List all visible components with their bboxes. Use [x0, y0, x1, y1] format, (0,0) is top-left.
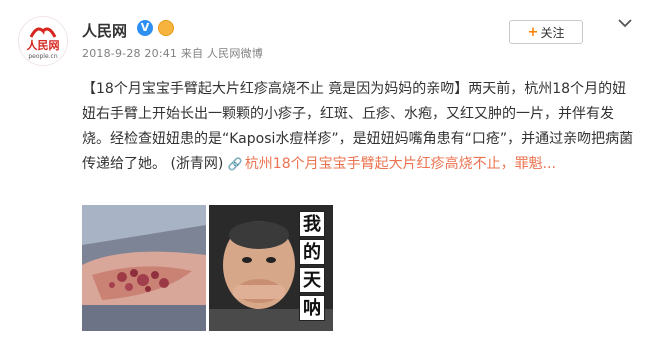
medal-icon	[158, 20, 174, 36]
post-image-meme[interactable]: 我 的 天 呐	[209, 205, 333, 331]
article-link-text: 杭州18个月宝宝手臂起大片红疹高烧不止，罪魁...	[244, 156, 556, 172]
author-avatar[interactable]: 人民网 people.cn	[18, 16, 68, 66]
meme-char: 我	[299, 211, 325, 237]
post-image-arm[interactable]	[82, 205, 206, 331]
meme-caption: 我 的 天 呐	[299, 211, 325, 321]
people-daily-logo: 人民网 people.cn	[19, 17, 67, 65]
chevron-down-icon[interactable]	[618, 18, 632, 28]
link-icon: 🔗	[227, 157, 243, 171]
plus-icon: +	[527, 24, 539, 40]
follow-label: 关注	[540, 25, 565, 40]
logo-text: 人民网	[27, 38, 60, 52]
article-link[interactable]: 🔗 杭州18个月宝宝手臂起大片红疹高烧不止，罪魁...	[228, 156, 556, 172]
author-name[interactable]: 人民网	[82, 20, 127, 41]
post-content: 【18个月宝宝手臂起大片红疹高烧不止 竟是因为妈妈的亲吻】两天前，杭州18个月的…	[82, 77, 634, 177]
arm-rash-photo	[82, 205, 206, 331]
post-meta: 2018-9-28 20:41 来自 人民网微博	[82, 47, 263, 60]
follow-button[interactable]: + 关注	[509, 20, 583, 44]
meme-char: 天	[299, 267, 325, 293]
verified-badge-icon: V	[137, 20, 153, 36]
logo-url: people.cn	[28, 53, 58, 60]
meme-char: 呐	[299, 295, 325, 321]
meme-char: 的	[299, 239, 325, 265]
